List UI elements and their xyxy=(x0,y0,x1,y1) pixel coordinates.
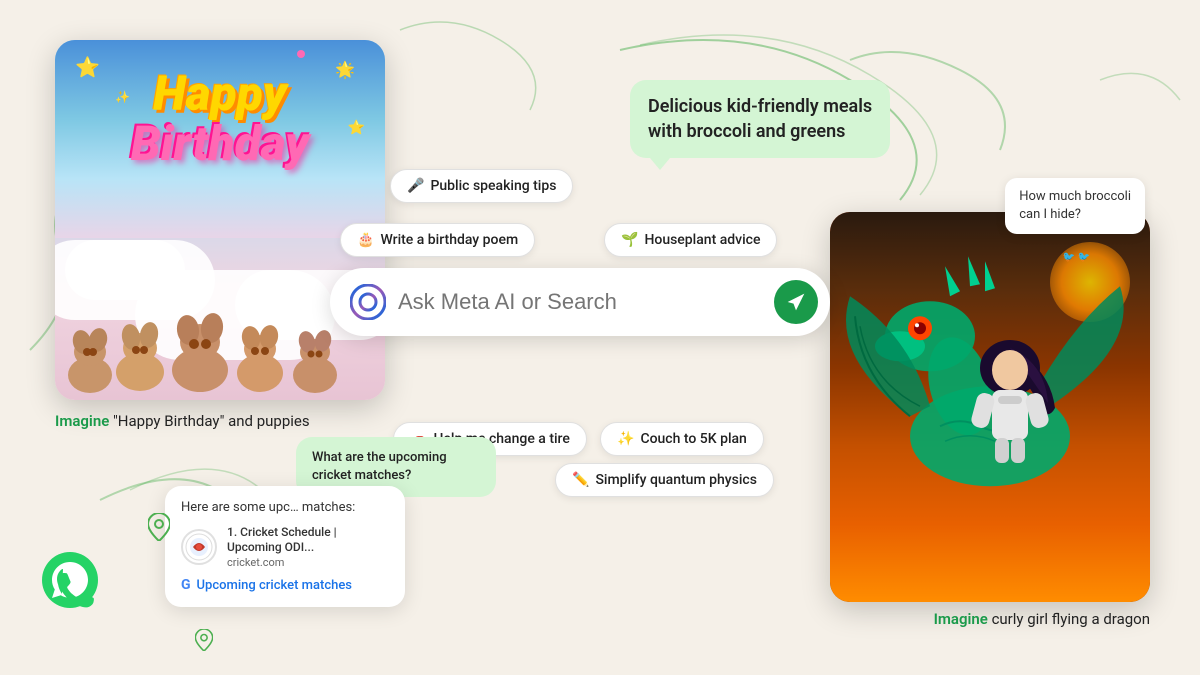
broccoli-bubble: Delicious kid-friendly meals with brocco… xyxy=(630,80,890,158)
birthday-image-card: ⭐ 🌟 ✨ ⭐ Happy Birthday xyxy=(55,40,385,400)
cricket-card-header: Here are some upc… matches: xyxy=(181,500,389,515)
chip-houseplant-label: Houseplant advice xyxy=(644,232,760,248)
chip-houseplant-emoji: 🌱 xyxy=(621,232,638,248)
birthday-imagine-word: Imagine xyxy=(55,412,109,430)
search-bar xyxy=(330,268,830,336)
search-container xyxy=(330,268,830,336)
chip-public-speaking[interactable]: 🎤 Public speaking tips xyxy=(390,169,573,203)
cricket-logo xyxy=(181,529,217,565)
chip-birthday-poem[interactable]: 🎂 Write a birthday poem xyxy=(340,223,535,257)
chip-5k-label: Couch to 5K plan xyxy=(640,431,746,447)
chip-couch-5k[interactable]: ✨ Couch to 5K plan xyxy=(600,422,764,456)
cricket-result-title: 1. Cricket Schedule | Upcoming ODI... xyxy=(227,525,389,556)
birthday-imagine-text: "Happy Birthday" and puppies xyxy=(109,412,309,430)
birthday-imagine-label: Imagine "Happy Birthday" and puppies xyxy=(55,412,310,430)
cricket-result-info: 1. Cricket Schedule | Upcoming ODI... cr… xyxy=(227,525,389,569)
google-g-icon: G xyxy=(181,577,191,593)
chip-quantum[interactable]: ✏️ Simplify quantum physics xyxy=(555,463,774,497)
broccoli-small-text: How much broccolican I hide? xyxy=(1019,189,1131,222)
chip-5k-emoji: ✨ xyxy=(617,431,634,447)
cricket-header-text: Here are some upc… matches: xyxy=(181,500,355,515)
search-input[interactable] xyxy=(398,289,762,315)
cricket-result-card: Here are some upc… matches: 1. Cricket S… xyxy=(165,486,405,607)
chip-public-speaking-emoji: 🎤 xyxy=(407,178,424,194)
chip-quantum-label: Simplify quantum physics xyxy=(595,472,757,488)
dragon-image-card: 🐦 🐦 xyxy=(830,212,1150,602)
cricket-link-text: Upcoming cricket matches xyxy=(197,578,352,593)
chip-public-speaking-label: Public speaking tips xyxy=(430,178,556,194)
chip-birthday-label: Write a birthday poem xyxy=(380,232,518,248)
cricket-query-text: What are the upcoming cricket matches? xyxy=(312,450,447,483)
meta-ai-icon xyxy=(350,284,386,320)
cricket-link[interactable]: G Upcoming cricket matches xyxy=(181,577,389,593)
location-pin-2 xyxy=(195,629,213,655)
chip-birthday-emoji: 🎂 xyxy=(357,232,374,248)
whatsapp-icon xyxy=(40,550,100,610)
cricket-result-item: 1. Cricket Schedule | Upcoming ODI... cr… xyxy=(181,525,389,569)
chip-quantum-emoji: ✏️ xyxy=(572,472,589,488)
location-pin-1 xyxy=(148,513,170,545)
broccoli-bubble-text: Delicious kid-friendly meals with brocco… xyxy=(648,96,872,142)
search-submit-button[interactable] xyxy=(774,280,818,324)
dragon-imagine-word: Imagine xyxy=(934,610,988,628)
broccoli-small-bubble: How much broccolican I hide? xyxy=(1005,178,1145,234)
dragon-imagine-text: curly girl flying a dragon xyxy=(988,610,1150,628)
birthday-birthday-text: Birthday xyxy=(131,115,310,172)
cricket-url: cricket.com xyxy=(227,556,389,569)
birthday-happy-text: Happy xyxy=(153,65,287,122)
dragon-imagine-label: Imagine curly girl flying a dragon xyxy=(934,610,1150,628)
chip-houseplant[interactable]: 🌱 Houseplant advice xyxy=(604,223,777,257)
